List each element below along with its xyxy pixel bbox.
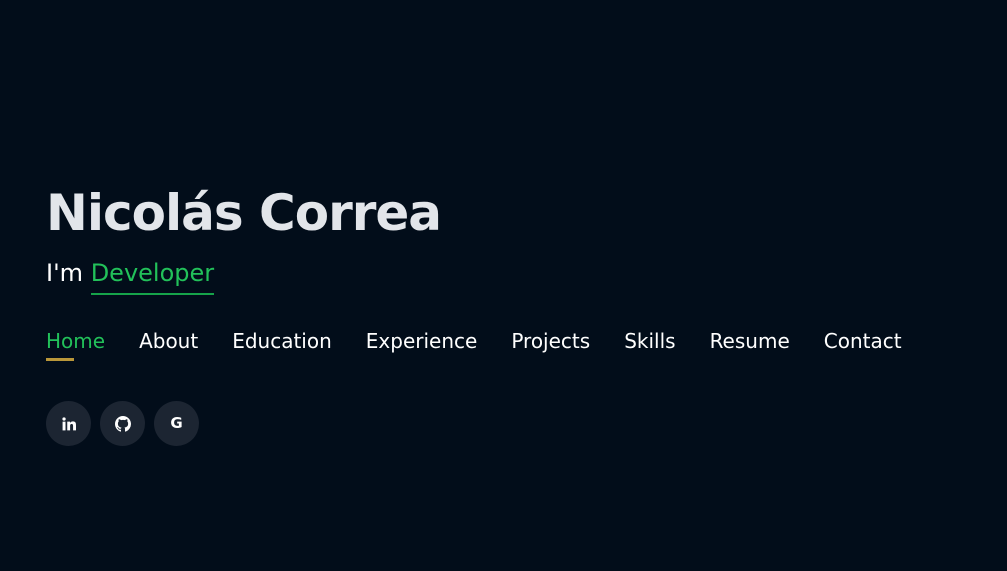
hero-name: Nicolás Correa: [46, 184, 442, 242]
github-link[interactable]: [100, 401, 145, 446]
social-links: G: [46, 401, 1007, 446]
nav-item-projects[interactable]: Projects: [511, 329, 590, 361]
github-icon: [114, 415, 131, 432]
nav-item-skills[interactable]: Skills: [624, 329, 675, 361]
nav-item-education[interactable]: Education: [232, 329, 332, 361]
linkedin-icon: [61, 416, 76, 431]
google-link[interactable]: G: [154, 401, 199, 446]
nav-item-contact[interactable]: Contact: [824, 329, 902, 361]
nav-item-experience[interactable]: Experience: [366, 329, 478, 361]
tagline-role: Developer: [90, 259, 215, 295]
linkedin-link[interactable]: [46, 401, 91, 446]
nav-item-home[interactable]: Home: [46, 329, 105, 361]
nav-item-about[interactable]: About: [139, 329, 198, 361]
tagline-prefix: I'm: [46, 259, 84, 287]
google-icon: G: [170, 414, 183, 432]
hero-section: Nicolás Correa I'm Developer Home About …: [46, 180, 1007, 446]
hero-tagline: I'm Developer: [46, 259, 1007, 295]
nav-item-resume[interactable]: Resume: [710, 329, 790, 361]
main-nav: Home About Education Experience Projects…: [46, 329, 1007, 361]
